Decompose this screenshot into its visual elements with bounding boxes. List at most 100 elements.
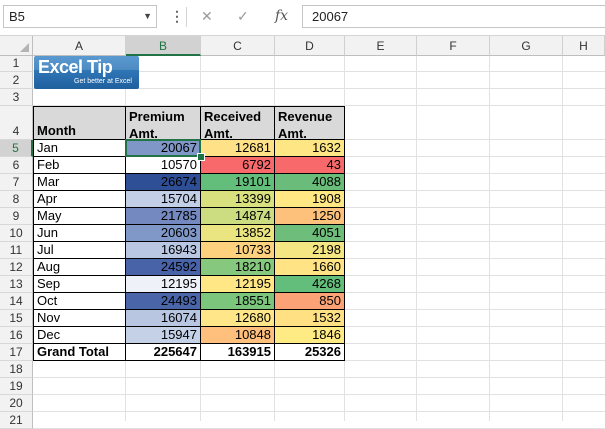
table-cell-revenue[interactable]: 4051: [275, 225, 345, 242]
table-cell-month[interactable]: Aug: [33, 259, 126, 276]
table-cell-revenue[interactable]: 1532: [275, 310, 345, 327]
table-cell-premium[interactable]: 20067: [126, 140, 201, 157]
row-header-13[interactable]: 13: [0, 276, 33, 293]
table-header-premium: Premium Amt.: [126, 106, 201, 140]
gridline: [33, 394, 605, 395]
table-cell-revenue[interactable]: 1908: [275, 191, 345, 208]
row-header-14[interactable]: 14: [0, 293, 33, 310]
logo-text-tip: Tip: [87, 57, 113, 77]
table-cell-premium[interactable]: 15704: [126, 191, 201, 208]
row-header-11[interactable]: 11: [0, 242, 33, 259]
table-cell-revenue[interactable]: 2198: [275, 242, 345, 259]
fill-handle[interactable]: [197, 153, 205, 161]
table-cell-received[interactable]: 10848: [201, 327, 275, 344]
table-header-month: Month: [33, 106, 126, 140]
formula-input[interactable]: 20067: [302, 5, 605, 28]
column-header-a[interactable]: A: [33, 36, 126, 56]
table-cell-received[interactable]: 18551: [201, 293, 275, 310]
row-header-16[interactable]: 16: [0, 327, 33, 344]
table-cell-revenue[interactable]: 1632: [275, 140, 345, 157]
insert-function-icon[interactable]: fx: [275, 7, 288, 25]
row-header-12[interactable]: 12: [0, 259, 33, 276]
row-header-17[interactable]: 17: [0, 344, 33, 361]
worksheet-grid[interactable]: A B C D E F G H 1 2 3 4 5 6 7 8 9 10 11 12 13 14 15 16 17 18 19 20 2…: [0, 36, 605, 429]
row-header-10[interactable]: 10: [0, 225, 33, 242]
table-cell-revenue[interactable]: 1660: [275, 259, 345, 276]
select-all-corner[interactable]: [0, 36, 33, 56]
table-cell-received[interactable]: 12681: [201, 140, 275, 157]
table-cell-month[interactable]: Jan: [33, 140, 126, 157]
table-cell-premium[interactable]: 26674: [126, 174, 201, 191]
table-cell-premium[interactable]: 16943: [126, 242, 201, 259]
row-header-2[interactable]: 2: [0, 72, 33, 89]
table-cell-month[interactable]: Apr: [33, 191, 126, 208]
row-header-4[interactable]: 4: [0, 106, 33, 140]
table-cell-month[interactable]: Oct: [33, 293, 126, 310]
table-cell-received[interactable]: 18210: [201, 259, 275, 276]
row-header-3[interactable]: 3: [0, 89, 33, 106]
select-all-triangle-icon: [20, 43, 29, 52]
table-cell-premium[interactable]: 21785: [126, 208, 201, 225]
table-cell-received[interactable]: 12195: [201, 276, 275, 293]
more-options-icon[interactable]: ⋮: [170, 7, 184, 25]
chevron-down-icon[interactable]: ▼: [143, 6, 152, 27]
row-header-20[interactable]: 20: [0, 395, 33, 412]
row-header-7[interactable]: 7: [0, 174, 33, 191]
table-cell-premium[interactable]: 24493: [126, 293, 201, 310]
table-cell-revenue[interactable]: 4088: [275, 174, 345, 191]
table-cell-revenue[interactable]: 4268: [275, 276, 345, 293]
table-cell-premium[interactable]: 20603: [126, 225, 201, 242]
gridline: [33, 411, 605, 412]
row-header-5[interactable]: 5: [0, 140, 33, 157]
name-box[interactable]: B5 ▼: [3, 5, 157, 28]
column-header-g[interactable]: G: [490, 36, 563, 56]
grand-total-received[interactable]: 163915: [201, 344, 275, 361]
table-cell-premium[interactable]: 24592: [126, 259, 201, 276]
table-cell-received[interactable]: 12680: [201, 310, 275, 327]
table-cell-received[interactable]: 19101: [201, 174, 275, 191]
row-header-8[interactable]: 8: [0, 191, 33, 208]
gridline: [416, 56, 417, 421]
column-header-c[interactable]: C: [201, 36, 275, 56]
table-cell-premium[interactable]: 12195: [126, 276, 201, 293]
table-cell-premium[interactable]: 15947: [126, 327, 201, 344]
table-cell-month[interactable]: May: [33, 208, 126, 225]
column-header-e[interactable]: E: [345, 36, 417, 56]
table-cell-month[interactable]: Sep: [33, 276, 126, 293]
column-header-h[interactable]: H: [563, 36, 605, 56]
table-cell-month[interactable]: Dec: [33, 327, 126, 344]
table-cell-revenue[interactable]: 1846: [275, 327, 345, 344]
row-header-9[interactable]: 9: [0, 208, 33, 225]
table-cell-month[interactable]: Jul: [33, 242, 126, 259]
cancel-icon[interactable]: ✕: [201, 7, 213, 25]
column-header-b[interactable]: B: [126, 36, 201, 56]
enter-check-icon[interactable]: ✓: [237, 7, 249, 25]
logo-wordmark: Excel Tip: [38, 57, 113, 78]
grand-total-revenue[interactable]: 25326: [275, 344, 345, 361]
table-cell-received[interactable]: 13399: [201, 191, 275, 208]
column-header-d[interactable]: D: [275, 36, 345, 56]
table-cell-received[interactable]: 14874: [201, 208, 275, 225]
row-header-6[interactable]: 6: [0, 157, 33, 174]
table-cell-month[interactable]: Mar: [33, 174, 126, 191]
grand-total-label[interactable]: Grand Total: [33, 344, 126, 361]
table-cell-month[interactable]: Nov: [33, 310, 126, 327]
row-header-18[interactable]: 18: [0, 361, 33, 378]
row-header-15[interactable]: 15: [0, 310, 33, 327]
table-header-received: Received Amt.: [201, 106, 275, 140]
table-cell-premium[interactable]: 16074: [126, 310, 201, 327]
table-cell-revenue[interactable]: 43: [275, 157, 345, 174]
table-cell-received[interactable]: 13852: [201, 225, 275, 242]
table-cell-month[interactable]: Feb: [33, 157, 126, 174]
table-cell-revenue[interactable]: 1250: [275, 208, 345, 225]
table-cell-month[interactable]: Jun: [33, 225, 126, 242]
grand-total-premium[interactable]: 225647: [126, 344, 201, 361]
table-cell-premium[interactable]: 10570: [126, 157, 201, 174]
table-cell-received[interactable]: 10733: [201, 242, 275, 259]
row-header-1[interactable]: 1: [0, 56, 33, 72]
excel-tip-logo: Excel Tip Get better at Excel: [34, 56, 139, 89]
table-cell-received[interactable]: 6792: [201, 157, 275, 174]
table-cell-revenue[interactable]: 850: [275, 293, 345, 310]
row-header-19[interactable]: 19: [0, 378, 33, 395]
column-header-f[interactable]: F: [417, 36, 490, 56]
